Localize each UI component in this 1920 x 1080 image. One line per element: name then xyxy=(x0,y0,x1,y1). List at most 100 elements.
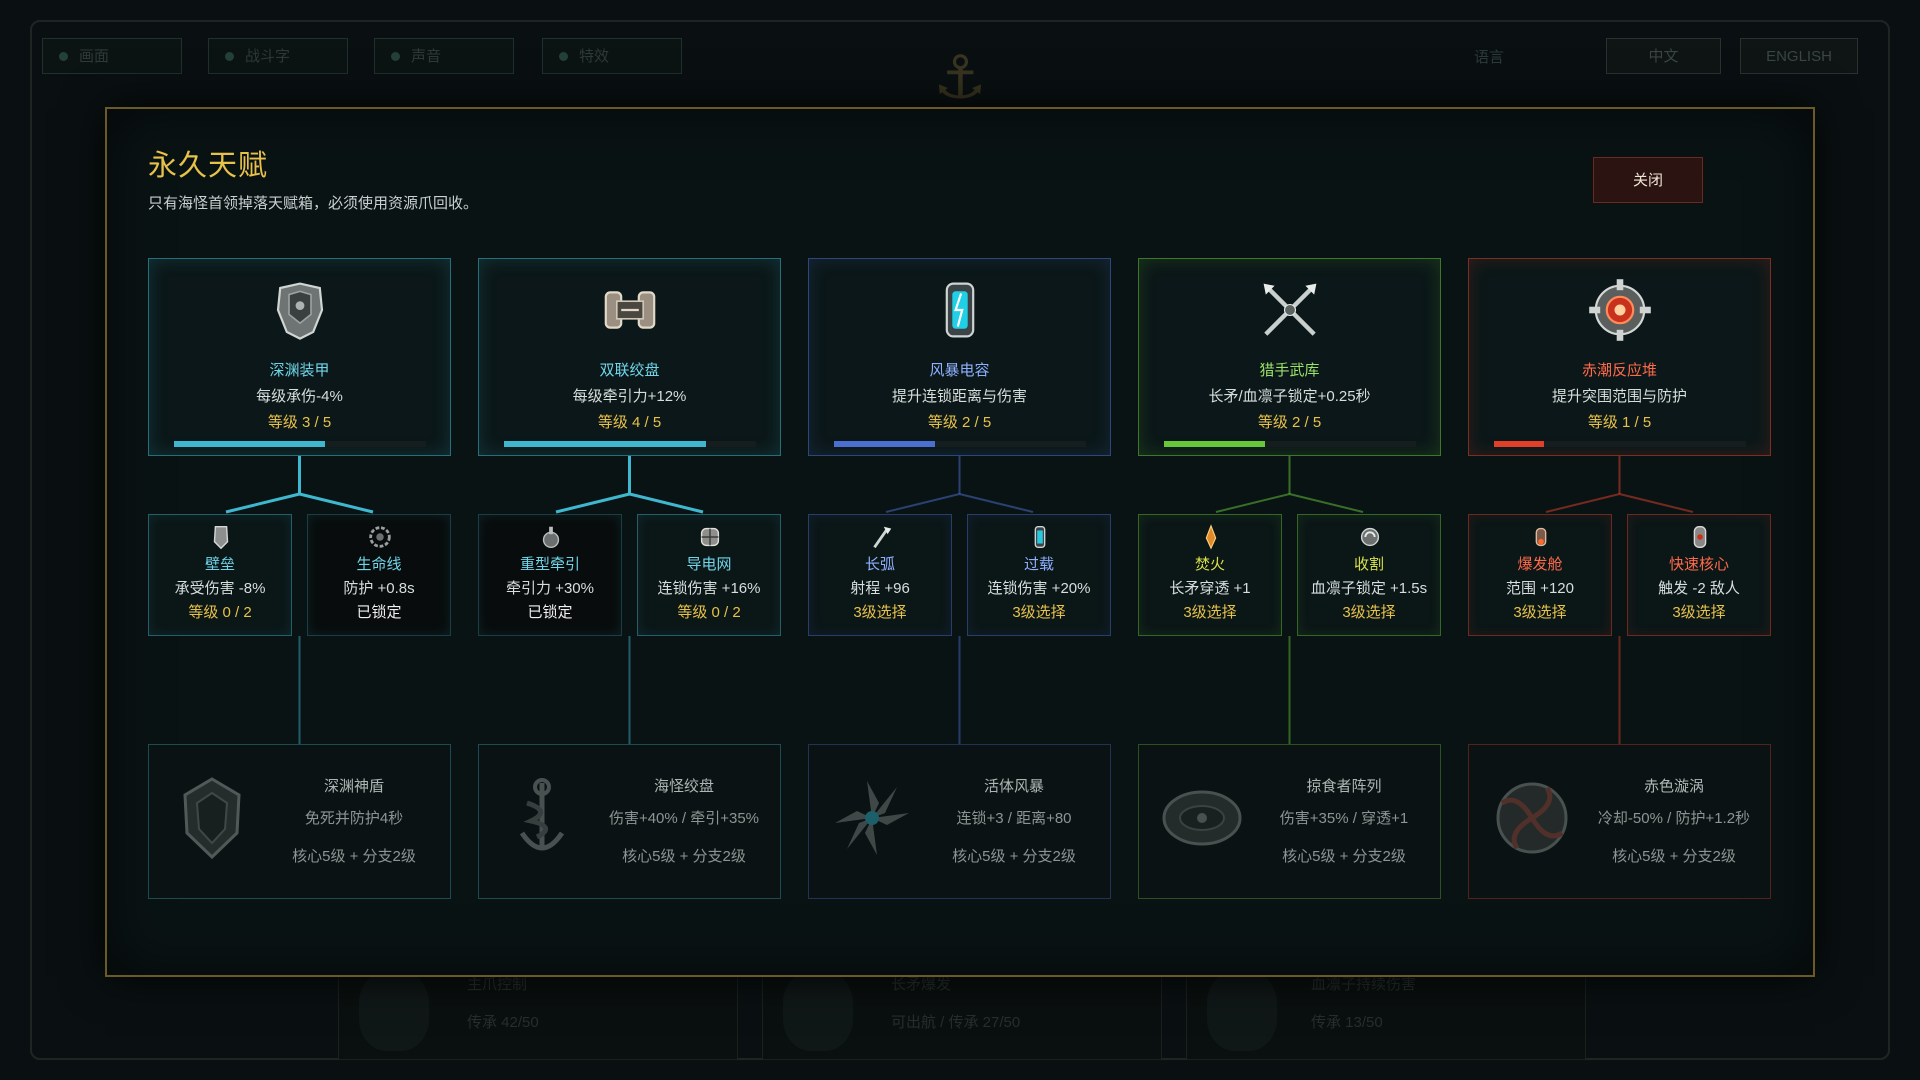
ultimate-talent-card[interactable]: 深渊神盾免死并防护4秒 核心5级 + 分支2级 xyxy=(148,744,451,899)
core-talent-card[interactable]: 深渊装甲 每级承伤-4% 等级 3 / 5 xyxy=(148,258,451,456)
abyss-shield-icon xyxy=(167,773,257,863)
ultimate-talent-name: 赤色漩涡 xyxy=(1643,778,1704,795)
core-progress-fill xyxy=(1494,441,1545,447)
ultimate-talent-requirement: 核心5级 + 分支2级 xyxy=(292,848,416,865)
branch-talent-state: 已锁定 xyxy=(356,604,402,621)
branch-talent-state: 3级选择 xyxy=(1672,604,1726,621)
ultimate-talent-name: 活体风暴 xyxy=(983,778,1044,795)
ultimate-talent-name: 掠食者阵列 xyxy=(1306,778,1382,795)
branch-talent-card[interactable]: 快速核心触发 -2 敌人 3级选择 xyxy=(1627,514,1771,636)
ultimate-talent-requirement: 核心5级 + 分支2级 xyxy=(1612,848,1736,865)
branch-talent-card[interactable]: 重型牵引牵引力 +30% 已锁定 xyxy=(478,514,622,636)
bg-tab-label: 声音 xyxy=(411,48,442,65)
bg-lang-english: ENGLISH xyxy=(1740,38,1858,74)
bg-tab-sound: 声音 xyxy=(374,38,514,74)
lifeline-icon xyxy=(365,523,395,551)
modal-title: 永久天赋 xyxy=(148,150,269,182)
core-talent-level: 等级 2 / 5 xyxy=(1257,414,1322,431)
core-progress-fill xyxy=(834,441,935,447)
ultimate-talent-card[interactable]: 海怪绞盘伤害+40% / 牵引+35% 核心5级 + 分支2级 xyxy=(478,744,781,899)
ultimate-talent-desc: 免死并防护4秒 xyxy=(304,810,404,827)
bg-tab-label: 画面 xyxy=(79,48,110,65)
core-progress-bar xyxy=(1164,441,1416,447)
branch-talent-name: 长弧 xyxy=(864,556,895,573)
branch-talent-name: 生命线 xyxy=(356,556,402,573)
ultimate-talent-name: 海怪绞盘 xyxy=(653,778,714,795)
branch-talent-state: 3级选择 xyxy=(1342,604,1396,621)
ultimate-talent-requirement: 核心5级 + 分支2级 xyxy=(952,848,1076,865)
branch-talent-desc: 范围 +120 xyxy=(1506,580,1574,597)
bg-tab-combat-text: 战斗字 xyxy=(208,38,348,74)
shield-wall-icon xyxy=(206,523,236,551)
core-progress-bar xyxy=(834,441,1086,447)
living-storm-icon xyxy=(827,773,917,863)
close-button[interactable]: 关闭 xyxy=(1593,157,1703,203)
bg-card-sub: 传承 13/50 xyxy=(1311,1014,1383,1031)
overload-icon xyxy=(1025,523,1055,551)
core-talent-level: 等级 2 / 5 xyxy=(927,414,992,431)
spear-icon xyxy=(783,971,853,1051)
branch-talent-desc: 牵引力 +30% xyxy=(506,580,594,597)
branch-talent-card[interactable]: 长弧 射程 +96 3级选择 xyxy=(808,514,952,636)
branch-talent-state: 已锁定 xyxy=(527,604,573,621)
branch-talent-card[interactable]: 收割 血凛子锁定 +1.5s 3级选择 xyxy=(1297,514,1441,636)
bg-card-sub: 传承 42/50 xyxy=(467,1014,539,1031)
core-talent-card[interactable]: 赤潮反应堆 提升突围范围与防护 等级 1 / 5 xyxy=(1468,258,1771,456)
branch-talent-name: 收割 xyxy=(1353,556,1384,573)
branch-talent-desc: 触发 -2 敌人 xyxy=(1658,580,1740,597)
core-talent-desc: 提升突围范围与防护 xyxy=(1551,388,1687,405)
branch-talent-name: 壁垒 xyxy=(204,556,235,573)
branch-talent-card[interactable]: 壁垒 承受伤害 -8% 等级 0 / 2 xyxy=(148,514,292,636)
branch-talent-state: 3级选择 xyxy=(1183,604,1237,621)
ultimate-talent-requirement: 核心5级 + 分支2级 xyxy=(1282,848,1406,865)
reactor-core-icon xyxy=(1587,277,1653,343)
ultimate-talent-desc: 冷却-50% / 防护+1.2秒 xyxy=(1597,810,1751,827)
branch-talent-name: 重型牵引 xyxy=(519,556,580,573)
bg-tab-label: 特效 xyxy=(579,48,610,65)
branch-talent-card[interactable]: 过载 连锁伤害 +20% 3级选择 xyxy=(967,514,1111,636)
fast-core-icon xyxy=(1685,523,1715,551)
branch-talent-card[interactable]: 爆发舱 范围 +120 3级选择 xyxy=(1468,514,1612,636)
core-progress-fill xyxy=(504,441,706,447)
bg-language-label: 语言 xyxy=(1474,49,1505,66)
core-talent-card[interactable]: 猎手武库 长矛/血凛子锁定+0.25秒 等级 2 / 5 xyxy=(1138,258,1441,456)
branch-talent-card[interactable]: 生命线防护 +0.8s 已锁定 xyxy=(307,514,451,636)
core-progress-fill xyxy=(1164,441,1265,447)
ultimate-talent-card[interactable]: 活体风暴连锁+3 / 距离+80 核心5级 + 分支2级 xyxy=(808,744,1111,899)
bg-tab-label: 战斗字 xyxy=(245,48,291,65)
bg-tab-effects: 特效 xyxy=(542,38,682,74)
harvest-icon xyxy=(1355,523,1385,551)
branch-talent-desc: 连锁伤害 +16% xyxy=(657,580,761,597)
predator-array-icon xyxy=(1157,773,1247,863)
branch-talent-name: 过载 xyxy=(1023,556,1054,573)
branch-talent-card[interactable]: 导电网 连锁伤害 +16% 等级 0 / 2 xyxy=(637,514,781,636)
bg-tab-display: 画面 xyxy=(42,38,182,74)
core-talent-desc: 提升连锁距离与伤害 xyxy=(891,388,1027,405)
claw-icon xyxy=(359,971,429,1051)
branch-talent-card[interactable]: 焚火 长矛穿透 +1 3级选择 xyxy=(1138,514,1282,636)
branch-talent-desc: 长矛穿透 +1 xyxy=(1169,580,1251,597)
core-talent-card[interactable]: 风暴电容提升连锁距离与伤害 等级 2 / 5 xyxy=(808,258,1111,456)
core-talent-name: 猎手武库 xyxy=(1259,362,1320,379)
branch-talent-desc: 射程 +96 xyxy=(850,580,910,597)
branch-talent-desc: 承受伤害 -8% xyxy=(174,580,266,597)
crimson-vortex-icon xyxy=(1487,773,1577,863)
ultimate-talent-card[interactable]: 赤色漩涡冷却-50% / 防护+1.2秒 核心5级 + 分支2级 xyxy=(1468,744,1771,899)
core-talent-name: 双联绞盘 xyxy=(599,362,660,379)
core-talent-name: 风暴电容 xyxy=(929,362,990,379)
ultimate-talent-desc: 伤害+40% / 牵引+35% xyxy=(608,810,760,827)
branch-talent-name: 爆发舱 xyxy=(1517,556,1563,573)
core-talent-card[interactable]: 双联绞盘 每级牵引力+12% 等级 4 / 5 xyxy=(478,258,781,456)
long-arc-icon xyxy=(866,523,896,551)
ultimate-talent-requirement: 核心5级 + 分支2级 xyxy=(622,848,746,865)
storm-capacitor-icon xyxy=(927,277,993,343)
ultimate-talent-card[interactable]: 掠食者阵列 伤害+35% / 穿透+1 核心5级 + 分支2级 xyxy=(1138,744,1441,899)
core-talent-level: 等级 4 / 5 xyxy=(597,414,662,431)
branch-talent-desc: 防护 +0.8s xyxy=(343,580,415,597)
ultimate-talent-desc: 连锁+3 / 距离+80 xyxy=(956,810,1072,827)
dot-icon xyxy=(391,52,400,61)
branch-talent-name: 快速核心 xyxy=(1668,556,1729,573)
core-progress-fill xyxy=(174,441,326,447)
core-progress-bar xyxy=(1494,441,1746,447)
ultimate-talent-name: 深渊神盾 xyxy=(323,778,384,795)
